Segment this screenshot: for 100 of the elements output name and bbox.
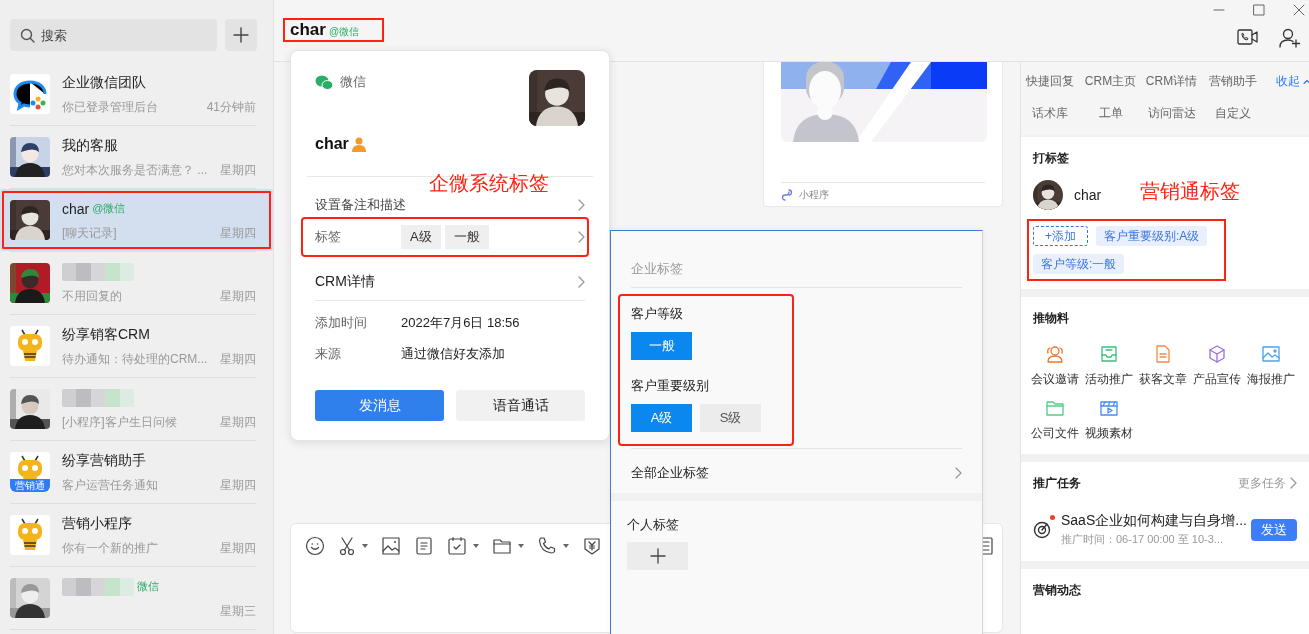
- chevron-right-icon: [578, 231, 585, 243]
- add-contact-icon[interactable]: [1279, 28, 1301, 48]
- caret-icon[interactable]: [362, 544, 368, 548]
- row-value: 2022年7月6日 18:56: [401, 313, 520, 332]
- group-title: 客户等级: [631, 305, 684, 322]
- panel-tab[interactable]: 工单: [1098, 104, 1123, 122]
- source-label: 微信: [340, 73, 366, 91]
- group-title: 客户重要级别: [631, 377, 710, 394]
- source-label: @微信: [92, 201, 126, 216]
- message-preview: 待办通知：待处理的CRM...: [62, 350, 208, 367]
- mini-program-card[interactable]: 小程序: [763, 62, 1003, 207]
- calendar-check-icon[interactable]: [447, 536, 467, 556]
- tags-row[interactable]: 标签 A级 一般: [303, 219, 587, 255]
- panel-tab[interactable]: 快捷回复: [1025, 72, 1074, 90]
- chat-time: 星期四: [220, 161, 256, 178]
- material-item[interactable]: 会议邀请: [1029, 344, 1081, 388]
- panel-tab[interactable]: CRM主页: [1084, 72, 1137, 90]
- tag-chip[interactable]: 客户等级:一般: [1033, 254, 1125, 274]
- add-tag-button[interactable]: [627, 542, 688, 570]
- wechat-icon: [315, 74, 333, 90]
- chat-item[interactable]: char @微信 [聊天记录] 星期四: [0, 189, 273, 251]
- tag-chip: 一般: [444, 225, 489, 249]
- caret-icon[interactable]: [518, 544, 524, 548]
- maximize-icon[interactable]: [1253, 4, 1265, 16]
- message-preview: 你已登录管理后台: [62, 98, 158, 115]
- search-field[interactable]: 搜索: [10, 19, 217, 51]
- material-item[interactable]: 产品宣传: [1191, 344, 1243, 388]
- note-icon[interactable]: [414, 536, 434, 556]
- phone-icon[interactable]: [537, 536, 557, 556]
- tag-option[interactable]: 一般: [631, 332, 692, 360]
- all-tags-link[interactable]: 全部企业标签: [631, 453, 962, 493]
- material-item[interactable]: 获客文章: [1137, 344, 1189, 388]
- chat-item[interactable]: 营销通 纷享营销助手 客户运营任务通知 星期四: [0, 441, 273, 503]
- material-item[interactable]: 活动推广: [1083, 344, 1135, 388]
- task-title: SaaS企业如何构建与自身增...: [1061, 512, 1245, 530]
- material-item[interactable]: 公司文件: [1029, 398, 1081, 442]
- bee-logo: [10, 326, 50, 366]
- action-button[interactable]: 语音通话: [456, 390, 585, 421]
- chat-time: 星期四: [220, 287, 256, 304]
- image-icon[interactable]: [381, 536, 401, 556]
- emoji-icon[interactable]: [305, 536, 325, 556]
- video-call-icon[interactable]: [1237, 28, 1259, 46]
- caret-icon[interactable]: [563, 544, 569, 548]
- contact-name: 纷享销客CRM: [62, 325, 150, 344]
- panel-tab[interactable]: CRM详情: [1145, 72, 1198, 90]
- add-button[interactable]: [225, 19, 257, 51]
- chevron-up-icon: [1303, 78, 1309, 84]
- avatar-badge: 营销通: [10, 479, 50, 492]
- collapse-link[interactable]: 收起: [1276, 72, 1309, 90]
- chat-item[interactable]: 我的客服 您对本次服务是否满意？ ... 星期四: [0, 126, 273, 188]
- folder-icon[interactable]: [492, 536, 512, 556]
- chat-item[interactable]: 营销小程序 你有一个新的推广 星期四: [0, 504, 273, 566]
- row-label: 来源: [315, 344, 342, 363]
- chat-time: 星期四: [220, 539, 256, 556]
- material-item[interactable]: 海报推广: [1245, 344, 1297, 388]
- shield-yen-icon[interactable]: [582, 536, 602, 556]
- chat-item[interactable]: 纷享销客CRM 待办通知：待处理的CRM... 星期四: [0, 315, 273, 377]
- tag-option[interactable]: A级: [631, 404, 692, 432]
- action-button[interactable]: 发消息: [315, 390, 444, 421]
- contact-name: 我的客服: [62, 136, 118, 155]
- chat-time: 星期四: [220, 224, 256, 241]
- source-label: 微信: [137, 579, 159, 594]
- tag-chip[interactable]: 客户重要级别:A级: [1096, 226, 1208, 246]
- row-value: 通过微信好友添加: [401, 344, 505, 363]
- chat-time: 星期四: [220, 413, 256, 430]
- row-label: 添加时间: [315, 313, 368, 332]
- chat-time: 星期四: [220, 350, 256, 367]
- close-icon[interactable]: [1293, 4, 1305, 16]
- plus-icon: [233, 27, 249, 43]
- section-title: 营销动态: [1033, 582, 1082, 599]
- contact-name: char: [290, 20, 326, 40]
- menu-row[interactable]: CRM详情: [315, 264, 585, 300]
- caret-icon[interactable]: [473, 544, 479, 548]
- chat-time: 41分钟前: [206, 98, 256, 115]
- section-title: 企业标签: [631, 260, 684, 278]
- tag-option[interactable]: S级: [700, 404, 761, 432]
- message-preview: 您对本次服务是否满意？ ...: [62, 161, 208, 178]
- redacted-name: [62, 388, 134, 407]
- section-title: 打标签: [1033, 150, 1070, 167]
- inbox-icon: [1099, 344, 1119, 364]
- target-icon: [1033, 520, 1051, 539]
- chat-item[interactable]: 企业微信团队 你已登录管理后台 41分钟前: [0, 63, 273, 125]
- scissors-icon[interactable]: [338, 536, 356, 556]
- more-link[interactable]: 更多任务: [1238, 474, 1297, 492]
- source-label: @微信: [328, 25, 360, 39]
- chevron-right-icon: [955, 467, 962, 479]
- message-preview: [小程序]客户生日问候: [62, 413, 177, 430]
- panel-tab[interactable]: 话术库: [1031, 104, 1068, 122]
- add-tag-button[interactable]: +添加: [1033, 226, 1088, 246]
- chat-logo: [10, 74, 50, 114]
- message-preview: 你有一个新的推广: [62, 539, 158, 556]
- people-icon: [1045, 344, 1065, 364]
- person-icon: [350, 136, 367, 152]
- redacted-name: [62, 262, 134, 281]
- send-button[interactable]: 发送: [1251, 518, 1297, 541]
- panel-tab[interactable]: 自定义: [1214, 104, 1251, 122]
- panel-tab[interactable]: 访问雷达: [1147, 104, 1196, 122]
- panel-tab[interactable]: 营销助手: [1208, 72, 1257, 90]
- material-item[interactable]: 视频素材: [1083, 398, 1135, 442]
- annotation-label: 企微系统标签: [429, 171, 549, 196]
